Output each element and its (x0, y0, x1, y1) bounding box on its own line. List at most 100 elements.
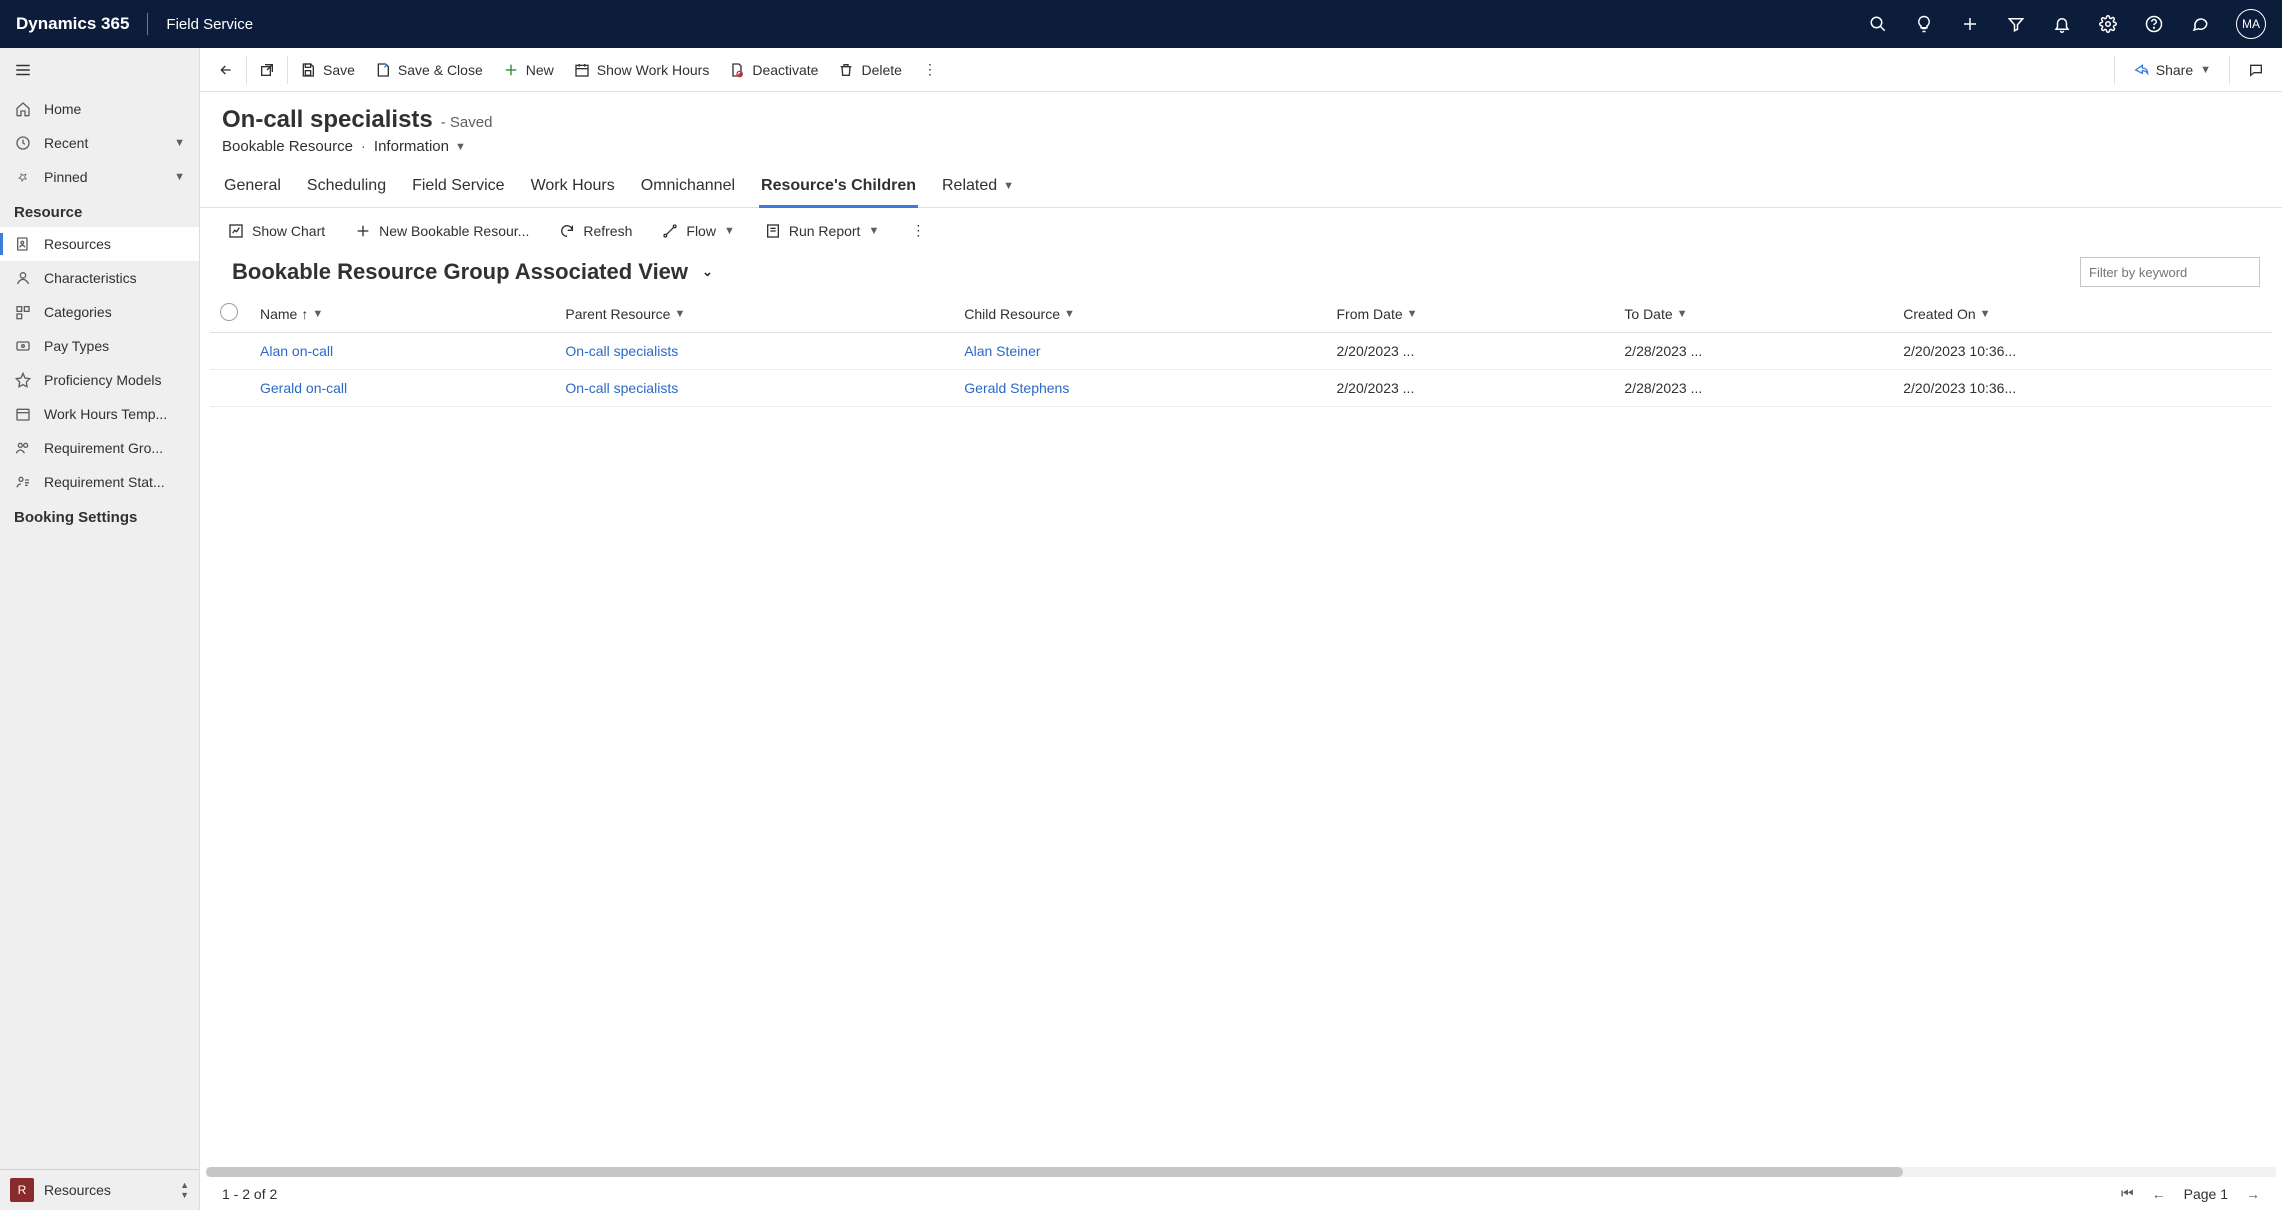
deactivate-button[interactable]: Deactivate (719, 56, 828, 84)
filter-keyword-input[interactable] (2080, 257, 2260, 287)
table-row[interactable]: Alan on-call On-call specialists Alan St… (210, 333, 2272, 370)
scrollbar-thumb[interactable] (206, 1167, 1903, 1177)
status-icon (14, 473, 32, 491)
share-button[interactable]: Share▼ (2123, 56, 2221, 84)
chevron-down-icon: ▼ (1407, 308, 1418, 320)
app-name[interactable]: Field Service (166, 16, 253, 33)
cell-parent-link[interactable]: On-call specialists (565, 343, 678, 359)
form-selector[interactable]: Information ▼ (374, 138, 466, 155)
nav-proficiency[interactable]: Proficiency Models (0, 363, 199, 397)
report-icon (765, 223, 781, 239)
new-bookable-resource-button[interactable]: New Bookable Resour... (349, 219, 535, 243)
select-all-checkbox[interactable] (220, 303, 238, 321)
tab-work-hours[interactable]: Work Hours (529, 169, 617, 207)
view-selector[interactable]: Bookable Resource Group Associated View … (232, 259, 713, 285)
user-avatar[interactable]: MA (2236, 9, 2266, 39)
nav-label: Work Hours Temp... (44, 406, 167, 422)
cell-name-link[interactable]: Gerald on-call (260, 380, 347, 396)
cmd-label: Save & Close (398, 62, 483, 78)
col-from[interactable]: From Date ▼ (1337, 306, 1605, 322)
plus-icon[interactable] (1960, 14, 1980, 34)
col-to[interactable]: To Date ▼ (1624, 306, 1883, 322)
cell-to: 2/28/2023 ... (1624, 343, 1702, 359)
brand-label[interactable]: Dynamics 365 (16, 14, 129, 34)
cell-from: 2/20/2023 ... (1337, 343, 1415, 359)
nav-pay-types[interactable]: Pay Types (0, 329, 199, 363)
refresh-icon (559, 223, 575, 239)
tab-scheduling[interactable]: Scheduling (305, 169, 388, 207)
horizontal-scrollbar[interactable] (206, 1167, 2276, 1177)
pager-prev[interactable]: ← (2152, 1186, 2166, 1202)
subgrid-overflow[interactable]: ⋮ (903, 218, 933, 243)
tab-label: Related (942, 177, 997, 195)
calendar-icon (14, 405, 32, 423)
tab-general[interactable]: General (222, 169, 283, 207)
record-title: On-call specialists (222, 106, 433, 134)
popout-icon (259, 62, 275, 78)
area-switcher[interactable]: R Resources ▲▼ (0, 1169, 199, 1210)
pager-first[interactable]: ⏮ (2121, 1185, 2134, 1202)
nav-pinned[interactable]: Pinned ▼ (0, 160, 199, 194)
chat-icon[interactable] (2190, 14, 2210, 34)
divider (147, 13, 148, 35)
tab-field-service[interactable]: Field Service (410, 169, 506, 207)
nav-recent[interactable]: Recent ▼ (0, 126, 199, 160)
col-parent[interactable]: Parent Resource ▼ (565, 306, 944, 322)
flow-button[interactable]: Flow▼ (656, 219, 740, 243)
record-status: - Saved (441, 114, 493, 131)
cmdbar-overflow[interactable]: ⋮ (912, 56, 948, 84)
share-icon (2133, 62, 2149, 78)
subgrid-command-bar: Show Chart New Bookable Resour... Refres… (200, 208, 2282, 253)
nav-requirement-statuses[interactable]: Requirement Stat... (0, 465, 199, 499)
chevron-down-icon: ▼ (868, 225, 879, 237)
pager-page: Page 1 (2184, 1186, 2228, 1202)
plus-icon (355, 223, 371, 239)
table-row[interactable]: Gerald on-call On-call specialists Geral… (210, 370, 2272, 407)
pager-next[interactable]: → (2246, 1186, 2260, 1202)
run-report-button[interactable]: Run Report▼ (759, 219, 885, 243)
cell-from: 2/20/2023 ... (1337, 380, 1415, 396)
nav-categories[interactable]: Categories (0, 295, 199, 329)
cell-child-link[interactable]: Alan Steiner (964, 343, 1040, 359)
cell-name-link[interactable]: Alan on-call (260, 343, 333, 359)
categories-icon (14, 303, 32, 321)
nav-label: Proficiency Models (44, 372, 162, 388)
col-name[interactable]: Name ↑ ▼ (260, 306, 545, 322)
show-chart-button[interactable]: Show Chart (222, 219, 331, 243)
gear-icon[interactable] (2098, 14, 2118, 34)
nav-work-hours-templates[interactable]: Work Hours Temp... (0, 397, 199, 431)
tab-related[interactable]: Related▼ (940, 169, 1016, 207)
tab-resources-children[interactable]: Resource's Children (759, 169, 918, 207)
cell-child-link[interactable]: Gerald Stephens (964, 380, 1069, 396)
col-child[interactable]: Child Resource ▼ (964, 306, 1316, 322)
filter-icon[interactable] (2006, 14, 2026, 34)
bell-icon[interactable] (2052, 14, 2072, 34)
nav-characteristics[interactable]: Characteristics (0, 261, 199, 295)
chevron-down-icon: ▼ (724, 225, 735, 237)
col-label: Parent Resource (565, 306, 670, 322)
nav-home[interactable]: Home (0, 92, 199, 126)
sitemap-toggle[interactable] (0, 48, 199, 92)
nav-label: Recent (44, 135, 88, 151)
tab-omnichannel[interactable]: Omnichannel (639, 169, 737, 207)
back-button[interactable] (208, 56, 244, 84)
cell-parent-link[interactable]: On-call specialists (565, 380, 678, 396)
lightbulb-icon[interactable] (1914, 14, 1934, 34)
save-button[interactable]: Save (290, 56, 365, 84)
open-new-window-button[interactable] (249, 56, 285, 84)
refresh-button[interactable]: Refresh (553, 219, 638, 243)
help-icon[interactable] (2144, 14, 2164, 34)
save-close-button[interactable]: Save & Close (365, 56, 493, 84)
search-icon[interactable] (1868, 14, 1888, 34)
delete-button[interactable]: Delete (828, 56, 911, 84)
show-work-hours-button[interactable]: Show Work Hours (564, 56, 720, 84)
new-button[interactable]: New (493, 56, 564, 84)
plus-icon (503, 62, 519, 78)
chevron-down-icon: ▼ (1980, 308, 1991, 320)
copilot-pane-button[interactable] (2238, 56, 2274, 84)
trash-icon (838, 62, 854, 78)
nav-requirement-groups[interactable]: Requirement Gro... (0, 431, 199, 465)
updown-icon: ▲▼ (180, 1180, 189, 1200)
col-created[interactable]: Created On ▼ (1903, 306, 2262, 322)
nav-resources[interactable]: Resources (0, 227, 199, 261)
